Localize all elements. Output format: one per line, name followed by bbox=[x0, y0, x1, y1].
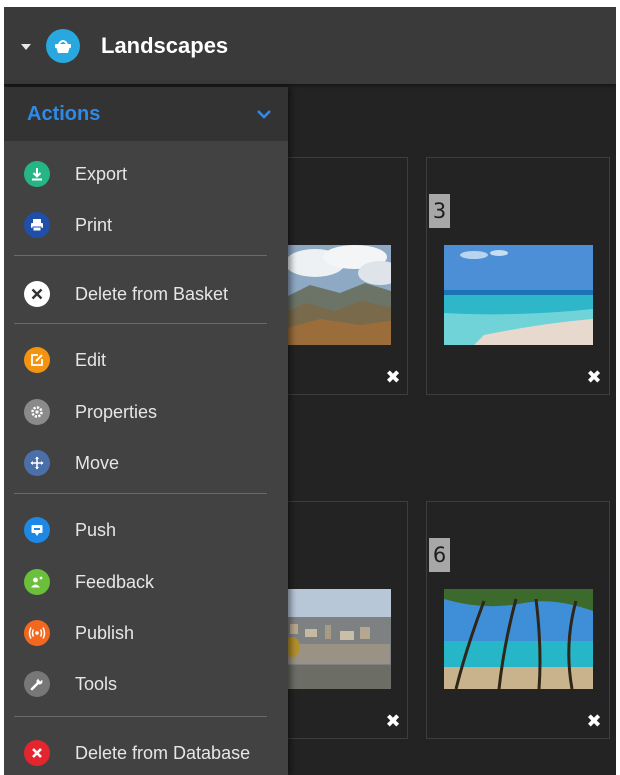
menu-item-label: Push bbox=[75, 519, 117, 540]
menu-item-label: Export bbox=[75, 163, 128, 184]
image-number-badge: 3 bbox=[429, 194, 450, 228]
menu-item-feedback[interactable]: Feedback bbox=[4, 561, 288, 603]
menu-item-edit[interactable]: Edit bbox=[4, 339, 288, 381]
actions-menu-title: Actions bbox=[27, 102, 101, 125]
menu-divider bbox=[14, 323, 267, 324]
menu-item-label: Delete from Basket bbox=[75, 283, 229, 304]
download-icon bbox=[24, 161, 50, 187]
menu-item-label: Properties bbox=[75, 401, 158, 422]
push-icon bbox=[24, 517, 50, 543]
menu-item-label: Delete from Database bbox=[75, 742, 251, 763]
menu-item-label: Publish bbox=[75, 622, 135, 643]
chevron-down-icon[interactable] bbox=[256, 109, 272, 119]
image-tile[interactable]: 6 ✖ bbox=[426, 501, 610, 739]
move-icon bbox=[24, 450, 50, 476]
menu-item-properties[interactable]: Properties bbox=[4, 391, 288, 433]
collapse-caret-icon[interactable] bbox=[21, 43, 31, 50]
remove-image-icon[interactable]: ✖ bbox=[385, 713, 401, 731]
menu-item-label: Print bbox=[75, 214, 113, 235]
remove-image-icon[interactable]: ✖ bbox=[586, 713, 602, 731]
landscape-thumbnail-city bbox=[280, 589, 391, 689]
menu-item-move[interactable]: Move bbox=[4, 442, 288, 484]
menu-divider bbox=[14, 716, 267, 717]
menu-divider bbox=[14, 255, 267, 256]
close-circle-icon bbox=[24, 281, 50, 307]
basket-icon bbox=[46, 28, 80, 63]
remove-image-icon[interactable]: ✖ bbox=[385, 369, 401, 387]
menu-item-tools[interactable]: Tools bbox=[4, 663, 288, 705]
menu-item-print[interactable]: Print bbox=[4, 204, 288, 246]
menu-divider bbox=[14, 493, 267, 494]
wrench-icon bbox=[24, 671, 50, 697]
menu-item-label: Feedback bbox=[75, 571, 155, 592]
header-bar: Landscapes bbox=[4, 7, 616, 84]
menu-item-delete-from-database[interactable]: Delete from Database bbox=[4, 732, 288, 774]
image-number-badge: 6 bbox=[429, 538, 450, 572]
delete-icon bbox=[24, 740, 50, 766]
actions-menu-header[interactable]: Actions bbox=[4, 87, 288, 141]
landscape-thumbnail-beach bbox=[444, 245, 593, 345]
feedback-icon bbox=[24, 569, 50, 595]
edit-icon bbox=[24, 347, 50, 373]
gear-icon bbox=[24, 399, 50, 425]
broadcast-icon bbox=[24, 620, 50, 646]
menu-item-push[interactable]: Push bbox=[4, 509, 288, 551]
image-tile[interactable]: 3 ✖ bbox=[426, 157, 610, 395]
menu-item-delete-from-basket[interactable]: Delete from Basket bbox=[4, 273, 288, 315]
actions-menu: Actions Export Print Delete from Basket … bbox=[4, 87, 288, 775]
print-icon bbox=[24, 212, 50, 238]
landscape-thumbnail-mountain bbox=[280, 245, 391, 345]
menu-item-export[interactable]: Export bbox=[4, 153, 288, 195]
menu-item-label: Tools bbox=[75, 673, 118, 694]
remove-image-icon[interactable]: ✖ bbox=[586, 369, 602, 387]
menu-item-label: Move bbox=[75, 452, 120, 473]
basket-title: Landscapes bbox=[101, 32, 229, 58]
menu-item-label: Edit bbox=[75, 349, 107, 370]
menu-item-publish[interactable]: Publish bbox=[4, 612, 288, 654]
app-window: Landscapes ✖ 3 ✖ ✖ 6 ✖ Actions Export Pr… bbox=[4, 7, 616, 775]
landscape-thumbnail-trees bbox=[444, 589, 593, 689]
